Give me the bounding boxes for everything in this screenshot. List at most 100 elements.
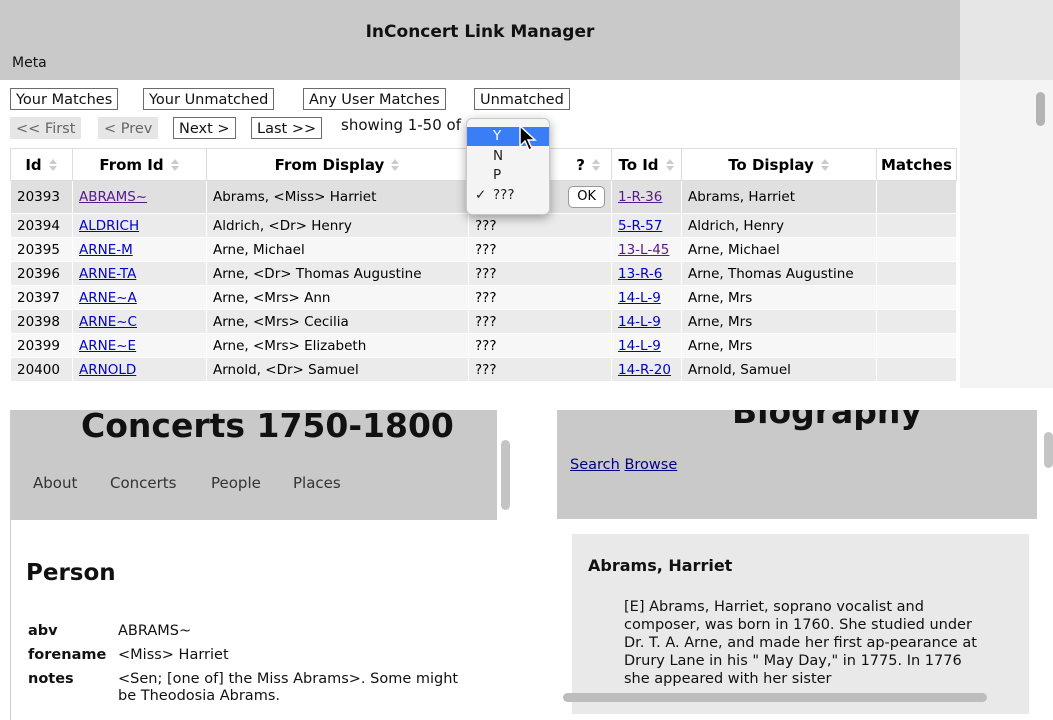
from-id-link[interactable]: ARNOLD [79, 362, 136, 378]
col-id[interactable]: Id [10, 148, 73, 181]
search-link[interactable]: Search [570, 457, 620, 473]
to-id-link[interactable]: 13-L-45 [618, 242, 669, 258]
cell-from-id: ARNE-TA [72, 261, 207, 286]
cell-to-display: Arne, Michael [681, 237, 877, 262]
cell-to-display: Arne, Mrs [681, 333, 877, 358]
cell-from-display: Arne, Michael [206, 237, 469, 262]
col-from-id[interactable]: From Id [72, 148, 207, 181]
to-id-link[interactable]: 14-L-9 [618, 290, 661, 306]
header-strip [960, 0, 1053, 80]
from-id-link[interactable]: ARNE~E [79, 338, 136, 354]
prop-value-notes: <Sen; [one of] the Miss Abrams>. Some mi… [118, 671, 459, 704]
cell-to-display: Arne, Mrs [681, 285, 877, 310]
cell-match[interactable]: ??? [468, 237, 612, 262]
cell-from-id: ABRAMS~ [72, 180, 207, 214]
cell-matches [876, 333, 957, 358]
cell-matches [876, 237, 957, 262]
from-id-link[interactable]: ABRAMS~ [79, 189, 147, 205]
entry-name: Abrams, Harriet [588, 556, 733, 575]
last-page-button[interactable]: Last >> [251, 117, 323, 139]
left-pane-concerts: Concerts 1750-1800 About Concerts People… [10, 410, 513, 720]
table-row: 20395 ARNE-M Arne, Michael ??? 13-L-45 A… [10, 237, 957, 262]
from-id-link[interactable]: ARNE-TA [79, 266, 136, 282]
left-pane-scrollbar[interactable] [501, 440, 510, 510]
right-pane-scrollbar[interactable] [1044, 432, 1053, 468]
cell-from-display: Aldrich, <Dr> Henry [206, 213, 469, 238]
prop-key-notes: notes [28, 671, 74, 687]
cell-id: 20397 [10, 285, 73, 310]
cell-from-id: ARNE~A [72, 285, 207, 310]
cell-match[interactable]: ??? [468, 357, 612, 382]
to-id-link[interactable]: 14-L-9 [618, 338, 661, 354]
from-id-link[interactable]: ARNE~A [79, 290, 137, 306]
from-id-link[interactable]: ARNE~C [79, 314, 137, 330]
col-to-display[interactable]: To Display [681, 148, 877, 181]
table-row: 20398 ARNE~C Arne, <Mrs> Cecilia ??? 14-… [10, 309, 957, 334]
prop-key-abv: abv [28, 623, 58, 639]
to-id-link[interactable]: 13-R-6 [618, 266, 662, 282]
prev-page-button[interactable]: < Prev [98, 117, 159, 139]
ok-button[interactable]: OK [568, 186, 605, 208]
meta-menu[interactable]: Meta [12, 55, 47, 71]
table-row: 20400 ARNOLD Arnold, <Dr> Samuel ??? 14-… [10, 357, 957, 382]
mouse-cursor-icon [519, 124, 537, 152]
cell-from-id: ALDRICH [72, 213, 207, 238]
biography-links: Search Browse [570, 457, 677, 473]
biography-title: Biography [732, 410, 922, 431]
to-id-link[interactable]: 14-R-20 [618, 362, 671, 378]
cell-match[interactable]: ??? [468, 261, 612, 286]
to-id-link[interactable]: 1-R-36 [618, 189, 662, 205]
dropdown-option-unknown[interactable]: ✓ ??? [467, 186, 549, 205]
sort-icon [665, 158, 675, 172]
app-header: InConcert Link Manager Meta [0, 0, 1053, 80]
table-row: 20396 ARNE-TA Arne, <Dr> Thomas Augustin… [10, 261, 957, 286]
cell-match[interactable]: ??? [468, 213, 612, 238]
right-pane-biography: Biography Search Browse Abrams, Harriet … [557, 410, 1053, 720]
table-row: 20397 ARNE~A Arne, <Mrs> Ann ??? 14-L-9 … [10, 285, 957, 310]
from-id-link[interactable]: ALDRICH [79, 218, 139, 234]
sort-icon [591, 158, 601, 172]
to-id-link[interactable]: 14-L-9 [618, 314, 661, 330]
dropdown-option-p[interactable]: P [467, 166, 549, 185]
cell-from-display: Arne, <Mrs> Ann [206, 285, 469, 310]
cell-matches [876, 180, 957, 214]
col-from-display[interactable]: From Display [206, 148, 469, 181]
person-heading: Person [26, 560, 116, 586]
sort-icon [390, 158, 400, 172]
table-scrollbar[interactable] [1036, 92, 1045, 126]
checkmark-icon: ✓ [475, 187, 487, 203]
next-page-button[interactable]: Next > [173, 117, 236, 139]
nav-people[interactable]: People [211, 474, 261, 492]
from-id-link[interactable]: ARNE-M [79, 242, 133, 258]
cell-match[interactable]: ??? [468, 309, 612, 334]
biography-entry: Abrams, Harriet [E] Abrams, Harriet, sop… [572, 534, 1029, 714]
cell-to-display: Arnold, Samuel [681, 357, 877, 382]
cell-from-display: Abrams, <Miss> Harriet [206, 180, 469, 214]
cell-to-id: 14-L-9 [611, 333, 682, 358]
tab-your-matches[interactable]: Your Matches [10, 88, 119, 110]
to-id-link[interactable]: 5-R-57 [618, 218, 662, 234]
cell-from-id: ARNE-M [72, 237, 207, 262]
browse-link[interactable]: Browse [624, 457, 677, 473]
nav-places[interactable]: Places [293, 474, 341, 492]
col-to-id[interactable]: To Id [611, 148, 682, 181]
tab-unmatched[interactable]: Unmatched [474, 88, 570, 110]
cell-match[interactable]: ??? [468, 333, 612, 358]
cell-to-display: Arne, Mrs [681, 309, 877, 334]
cell-from-id: ARNOLD [72, 357, 207, 382]
cell-to-display: Abrams, Harriet [681, 180, 877, 214]
tab-your-unmatched[interactable]: Your Unmatched [143, 88, 275, 110]
sort-icon [48, 158, 58, 172]
cell-id: 20399 [10, 333, 73, 358]
first-page-button[interactable]: << First [10, 117, 82, 139]
cell-to-id: 5-R-57 [611, 213, 682, 238]
nav-about[interactable]: About [33, 474, 77, 492]
cell-to-id: 13-L-45 [611, 237, 682, 262]
cell-id: 20400 [10, 357, 73, 382]
tab-any-user-matches[interactable]: Any User Matches [303, 88, 446, 110]
cell-from-id: ARNE~E [72, 333, 207, 358]
nav-concerts[interactable]: Concerts [110, 474, 177, 492]
cell-match[interactable]: ??? [468, 285, 612, 310]
right-pane-hscrollbar[interactable] [563, 693, 987, 702]
cell-matches [876, 285, 957, 310]
